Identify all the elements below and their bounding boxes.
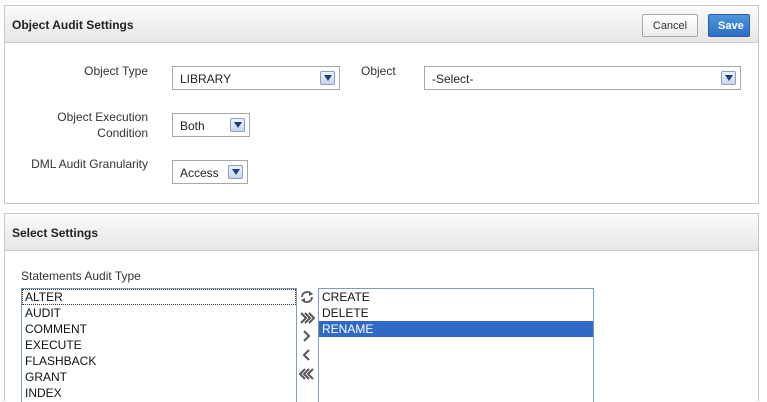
- dml-granularity-select[interactable]: Access: [172, 160, 248, 184]
- region-title: Select Settings: [12, 226, 99, 240]
- region-title: Object Audit Settings: [12, 18, 134, 32]
- object-type-label: Object Type: [84, 64, 148, 78]
- available-statements-list[interactable]: ALTER AUDIT COMMENT EXECUTE FLASHBACK GR…: [21, 288, 297, 402]
- reset-icon[interactable]: [299, 290, 315, 304]
- execution-condition-select[interactable]: Both: [172, 113, 250, 137]
- remove-all-icon[interactable]: [299, 367, 315, 381]
- object-type-select[interactable]: LIBRARY: [172, 66, 340, 90]
- list-item[interactable]: EXECUTE: [22, 337, 296, 353]
- list-item[interactable]: CREATE: [319, 289, 593, 305]
- move-all-icon[interactable]: [299, 311, 315, 325]
- dml-granularity-value: Access: [180, 166, 219, 180]
- cancel-button[interactable]: Cancel: [642, 14, 698, 37]
- dml-granularity-label: DML Audit Granularity: [31, 157, 148, 171]
- list-item[interactable]: GRANT: [22, 369, 296, 385]
- list-item[interactable]: FLASHBACK: [22, 353, 296, 369]
- list-item[interactable]: ALTER: [22, 289, 296, 305]
- list-item-selected[interactable]: RENAME: [319, 321, 593, 337]
- object-type-value: LIBRARY: [180, 72, 232, 86]
- chevron-down-icon: [230, 118, 245, 132]
- list-item[interactable]: AUDIT: [22, 305, 296, 321]
- chevron-down-icon: [320, 71, 335, 85]
- chevron-down-icon: [721, 71, 736, 85]
- object-audit-settings-region: Object Audit Settings Cancel Save Object…: [4, 5, 759, 204]
- execution-condition-label: Object Execution Condition: [57, 109, 148, 141]
- list-item[interactable]: DELETE: [319, 305, 593, 321]
- execution-condition-label-line2: Condition: [97, 126, 148, 140]
- execution-condition-label-line1: Object Execution: [57, 110, 148, 124]
- object-label: Object: [361, 64, 396, 78]
- statements-audit-type-label: Statements Audit Type: [21, 269, 141, 283]
- list-item[interactable]: INDEX: [22, 385, 296, 401]
- remove-icon[interactable]: [299, 348, 315, 362]
- select-settings-region: Select Settings Statements Audit Type AL…: [4, 213, 759, 402]
- region-header: Object Audit Settings Cancel Save: [5, 6, 758, 43]
- chevron-down-icon: [228, 165, 243, 179]
- execution-condition-value: Both: [180, 119, 205, 133]
- list-item[interactable]: COMMENT: [22, 321, 296, 337]
- move-icon[interactable]: [299, 329, 315, 343]
- object-select[interactable]: -Select-: [424, 66, 741, 90]
- save-button[interactable]: Save: [708, 14, 750, 37]
- region-header: Select Settings: [5, 214, 758, 251]
- object-value: -Select-: [432, 72, 474, 86]
- selected-statements-list[interactable]: CREATE DELETE RENAME: [318, 288, 594, 402]
